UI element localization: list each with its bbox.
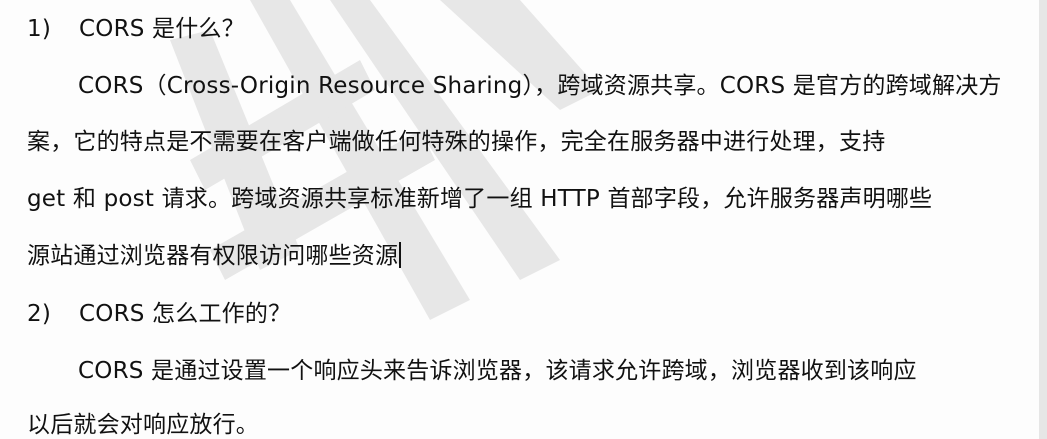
section-2-line-1: CORS 是通过设置一个响应头来告诉浏览器，该请求允许跨域，浏览器收到该响应: [78, 358, 917, 384]
document-page: 1) CORS 是什么？ CORS（Cross-Origin Resource S…: [0, 0, 1047, 439]
text-cursor: [399, 242, 402, 268]
section-1-line-1: CORS（Cross-Origin Resource Sharing），跨域资源…: [78, 73, 1002, 99]
section-2-heading: 2) CORS 怎么工作的？: [27, 299, 291, 329]
section-1-line-3: get 和 post 请求。跨域资源共享标准新增了一组 HTTP 首部字段，允许…: [27, 186, 933, 212]
section-2-line-2: 以后就会对响应放行。: [27, 412, 259, 438]
section-1-line-2: 案，它的特点是不需要在客户端做任何特殊的操作，完全在服务器中进行处理，支持: [27, 129, 886, 155]
section-1-line-4-wrap: 源站通过浏览器有权限访问哪些资源: [27, 241, 402, 271]
section-1-number: 1): [27, 16, 52, 42]
section-1-heading: 1) CORS 是什么？: [27, 14, 245, 44]
section-2-number: 2): [27, 301, 52, 327]
section-1-title: CORS 是什么？: [79, 16, 245, 42]
section-1-line-4: 源站通过浏览器有权限访问哪些资源: [27, 243, 399, 269]
page-edge: [1039, 0, 1047, 439]
section-2-title: CORS 怎么工作的？: [79, 301, 292, 327]
